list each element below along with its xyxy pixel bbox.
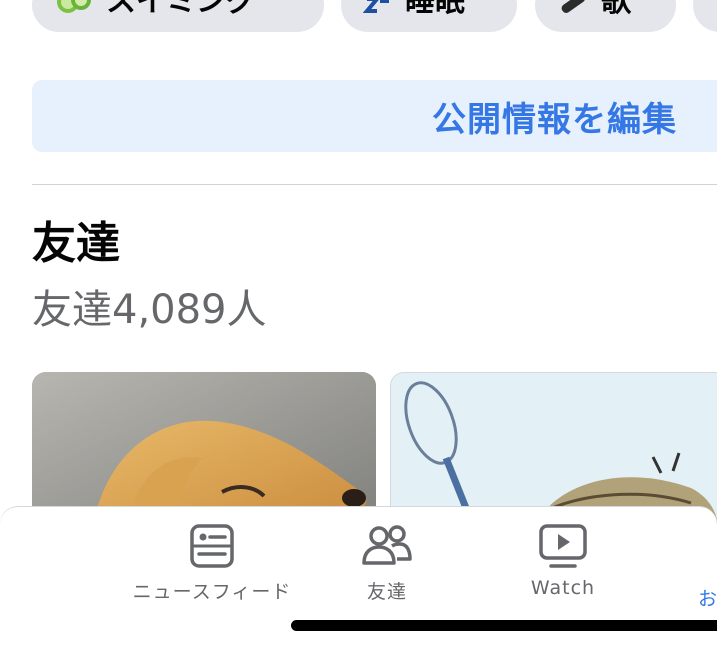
hobby-chip-sleep[interactable]: 睡眠 <box>341 0 517 32</box>
home-indicator <box>291 620 717 631</box>
tab-watch[interactable]: Watch <box>520 523 606 599</box>
friends-icon <box>362 525 412 565</box>
tab-newsfeed-label: ニュースフィード <box>132 581 292 603</box>
tab-friends[interactable]: 友達 <box>350 523 424 604</box>
friends-count[interactable]: 友達4,089人 <box>32 280 267 340</box>
hobby-chip-label: 歌 <box>601 0 631 19</box>
hobby-chip-label: スイミング <box>106 0 256 19</box>
section-divider <box>32 184 717 185</box>
tab-newsfeed[interactable]: ニュースフィード <box>133 523 290 604</box>
edit-public-info-label: 公開情報を編集 <box>432 99 677 140</box>
tab-more-label: お <box>698 588 717 610</box>
microphone-icon <box>561 0 585 13</box>
hobby-chip-more[interactable] <box>693 0 717 32</box>
tab-watch-label: Watch <box>530 577 596 599</box>
hobby-chip-swimming[interactable]: スイミング <box>32 0 324 32</box>
edit-public-info-button[interactable]: 公開情報を編集 <box>32 80 717 152</box>
hobby-chip-label: 睡眠 <box>405 0 465 19</box>
tab-friends-label: 友達 <box>366 581 407 603</box>
newsfeed-icon <box>190 524 234 568</box>
friends-section-title: 友達 <box>32 218 120 269</box>
cucumber-icon <box>57 0 91 13</box>
watch-icon <box>539 524 587 568</box>
tab-more[interactable]: お <box>698 523 717 611</box>
profile-page: スイミング 睡眠 歌 公開情報を編集 友達 友達4,089人 ニュースフィード … <box>0 0 717 646</box>
hobby-chip-singing[interactable]: 歌 <box>535 0 676 32</box>
sleep-zz-icon <box>363 0 389 13</box>
